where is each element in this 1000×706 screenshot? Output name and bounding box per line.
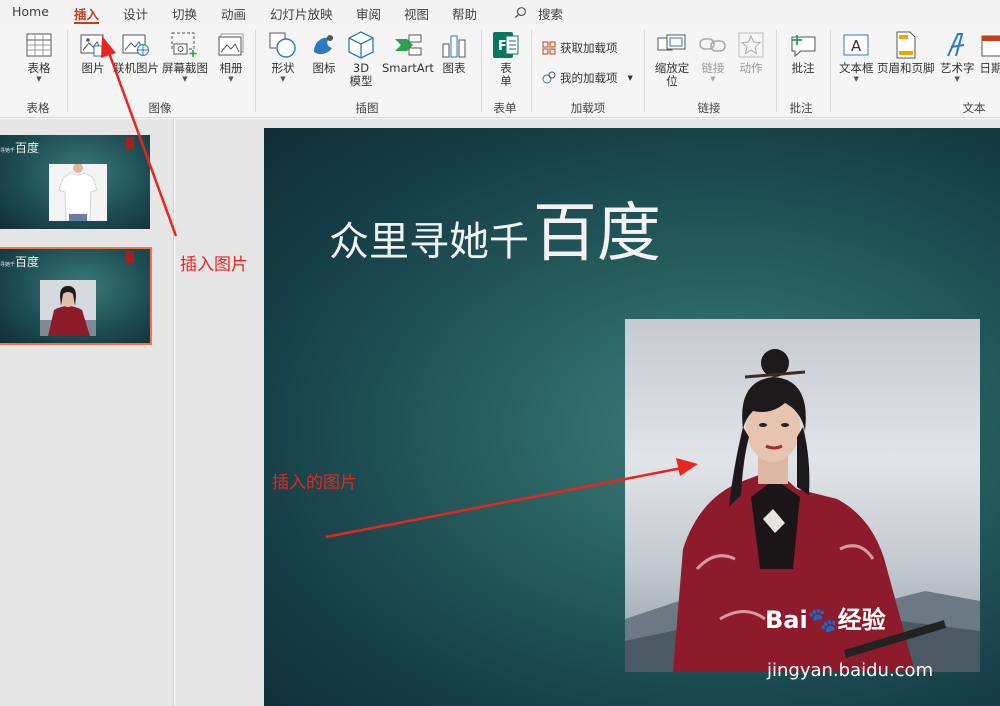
wordart-button[interactable]: 艺术字 ▼: [940, 30, 975, 84]
tab-help[interactable]: 帮助: [452, 4, 477, 22]
icons-button[interactable]: 图标: [309, 30, 339, 75]
screenshot-button[interactable]: 屏幕截图 ▼: [162, 30, 208, 84]
icons-icon: [309, 30, 339, 60]
star-action-icon: [736, 30, 766, 60]
group-label-addins: 加载项: [570, 101, 606, 115]
slide-canvas[interactable]: 众里寻她千 百度: [264, 128, 1000, 706]
thumbnail-title: 寻她千百度: [0, 255, 40, 269]
zoom-icon: [657, 30, 687, 60]
tab-slideshow[interactable]: 幻灯片放映: [270, 4, 333, 22]
group-label-comments: 批注: [789, 101, 813, 115]
smartart-icon: [393, 30, 423, 60]
cube-icon: [346, 30, 376, 60]
baidu-watermark: Bai🐾经验 jingyan.baidu.com: [765, 600, 933, 681]
link-icon: [698, 30, 728, 60]
header-footer-button[interactable]: 页眉和页脚: [877, 30, 935, 75]
header-footer-icon: [891, 30, 921, 60]
tab-transitions[interactable]: 切换: [172, 4, 197, 22]
chevron-down-icon: ▼: [853, 75, 859, 83]
photo-album-icon: [216, 30, 246, 60]
watermark-url: jingyan.baidu.com: [767, 660, 934, 681]
table-icon: [24, 30, 54, 60]
search-box[interactable]: 搜索: [538, 4, 563, 22]
picture-button[interactable]: 图片: [78, 30, 108, 75]
screenshot-icon: [170, 30, 200, 60]
forms-icon: F: [491, 30, 521, 60]
tab-design[interactable]: 设计: [123, 4, 148, 22]
group-divider: [531, 30, 532, 112]
datetime-button[interactable]: 日期: [976, 30, 1000, 75]
slide-thumbnail-pane: 寻她千百度 寻她千百度: [0, 119, 174, 706]
annotation-inserted-picture: 插入的图片: [272, 473, 357, 493]
comment-icon: [788, 30, 818, 60]
chevron-down-icon: ▼: [182, 75, 188, 83]
annotation-insert-picture: 插入图片: [180, 255, 248, 275]
online-picture-icon: [121, 30, 151, 60]
smartart-button[interactable]: SmartArt: [382, 30, 434, 75]
my-addins-button[interactable]: 我的加载项 ▼: [542, 70, 633, 86]
group-divider: [830, 30, 831, 112]
shapes-button[interactable]: 形状 ▼: [268, 30, 298, 84]
form-button[interactable]: F 表单: [491, 30, 521, 88]
group-label-illustrations: 插图: [355, 101, 379, 115]
ribbon: 表格 ▼ 表格 图片 联机图片 屏幕截图 ▼ 相册 ▼ 图像 形状 ▼ 图标 3…: [0, 24, 1000, 118]
tab-insert[interactable]: 插入: [74, 4, 100, 25]
picture-icon: [78, 30, 108, 60]
chevron-down-icon: ▼: [280, 75, 286, 83]
thumbnail-marker: [126, 137, 134, 149]
bar-chart-icon: [439, 30, 469, 60]
chevron-down-icon: ▼: [228, 75, 234, 83]
chevron-down-icon: ▼: [627, 74, 633, 82]
group-label-text: 文本: [962, 101, 986, 115]
ribbon-tab-bar: Home 插入 设计 切换 动画 幻灯片放映 审阅 视图 帮助 搜索: [0, 0, 1000, 25]
group-label-forms: 表单: [493, 101, 517, 115]
textbox-icon: A: [841, 30, 871, 60]
tab-view[interactable]: 视图: [404, 4, 429, 22]
paw-icon: 🐾: [807, 606, 838, 634]
group-label-table: 表格: [26, 101, 50, 115]
tab-animations[interactable]: 动画: [221, 4, 246, 22]
group-label-links: 链接: [697, 101, 721, 115]
shapes-icon: [268, 30, 298, 60]
search-icon[interactable]: [514, 6, 527, 19]
group-divider: [67, 30, 68, 112]
slide-thumbnail-2[interactable]: 寻她千百度: [0, 247, 152, 345]
group-label-images: 图像: [148, 101, 172, 115]
chevron-down-icon: ▼: [36, 75, 42, 83]
chart-button[interactable]: 图表: [439, 30, 469, 75]
group-divider: [481, 30, 482, 112]
group-divider: [255, 30, 256, 112]
thumbnail-marker: [126, 251, 134, 263]
zoom-button[interactable]: 缩放定位: [654, 30, 690, 88]
store-icon: [542, 41, 556, 55]
link-button[interactable]: 链接 ▼: [698, 30, 728, 84]
baidu-logo: Bai🐾经验: [765, 606, 886, 634]
textbox-button[interactable]: A 文本框 ▼: [839, 30, 874, 84]
online-picture-button[interactable]: 联机图片: [113, 30, 159, 75]
get-addins-button[interactable]: 获取加载项: [542, 40, 618, 56]
thumbnail-picture: [40, 280, 96, 336]
calendar-icon: [976, 30, 1000, 60]
addins-icon: [542, 71, 556, 84]
album-button[interactable]: 相册 ▼: [216, 30, 246, 84]
chevron-down-icon: ▼: [954, 75, 960, 83]
chevron-down-icon: ▼: [710, 75, 716, 83]
tab-home[interactable]: Home: [12, 4, 49, 22]
3d-model-button[interactable]: 3D 模型: [346, 30, 376, 88]
comment-button[interactable]: 批注: [788, 30, 818, 75]
action-button[interactable]: 动作: [736, 30, 766, 75]
thumbnail-picture: [49, 164, 107, 221]
slide-title[interactable]: 众里寻她千 百度: [329, 182, 661, 274]
tab-review[interactable]: 审阅: [356, 4, 381, 22]
slide-thumbnail-1[interactable]: 寻她千百度: [0, 135, 150, 229]
thumbnail-title: 寻她千百度: [0, 141, 40, 155]
group-divider: [776, 30, 777, 112]
wordart-icon: [942, 30, 972, 60]
table-button[interactable]: 表格 ▼: [24, 30, 54, 84]
svg-text:A: A: [851, 37, 862, 55]
group-divider: [644, 30, 645, 112]
